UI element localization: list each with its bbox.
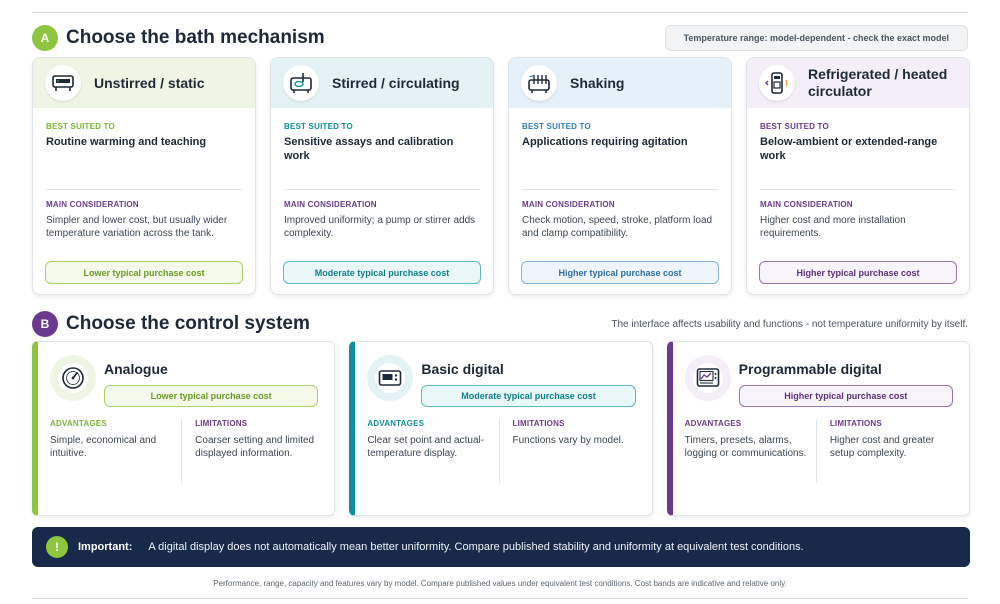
mechanism-card-header: Refrigerated / heated circulator bbox=[747, 58, 969, 108]
control-cards: Analogue Lower typical purchase cost ADV… bbox=[32, 341, 970, 516]
cost-badge: Higher typical purchase cost bbox=[521, 261, 719, 284]
mechanism-cards: Unstirred / static BEST SUITED TO Routin… bbox=[32, 57, 970, 295]
main-consideration-text: Improved uniformity; a pump or stirrer a… bbox=[284, 215, 476, 239]
mechanism-title: Stirred / circulating bbox=[332, 74, 460, 91]
cost-badge: Moderate typical purchase cost bbox=[421, 385, 636, 407]
advantages-text: Simple, economical and intuitive. bbox=[50, 435, 157, 459]
best-suited-label: BEST SUITED TO bbox=[760, 122, 829, 131]
important-text: A digital display does not automatically… bbox=[148, 541, 804, 553]
mechanism-title: Refrigerated / heated circulator bbox=[808, 66, 948, 99]
shaking-bath-icon bbox=[521, 65, 557, 101]
main-consideration-text: Check motion, speed, stroke, platform lo… bbox=[522, 215, 713, 239]
top-divider bbox=[32, 12, 968, 13]
control-card-analogue[interactable]: Analogue Lower typical purchase cost ADV… bbox=[32, 341, 336, 516]
mechanism-card-header: Unstirred / static bbox=[33, 58, 255, 108]
main-consideration-label: MAIN CONSIDERATION bbox=[760, 200, 853, 209]
card-divider bbox=[284, 189, 480, 190]
control-title: Programmable digital bbox=[738, 361, 882, 377]
control-system-note: The interface affects usability and func… bbox=[611, 318, 968, 330]
advantages-label: ADVANTAGES bbox=[50, 419, 107, 428]
best-suited-text: Routine warming and teaching bbox=[46, 136, 207, 148]
bottom-divider bbox=[32, 598, 968, 599]
control-title: Analogue bbox=[104, 361, 168, 377]
control-card-programmable-digital[interactable]: Programmable digital Higher typical purc… bbox=[666, 341, 970, 516]
circulating-bath-icon bbox=[283, 65, 319, 101]
important-banner: ! Important: A digital display does not … bbox=[32, 527, 970, 567]
advantages-text: Clear set point and actual-temperature d… bbox=[367, 435, 485, 459]
control-icon-badge bbox=[367, 355, 414, 401]
main-consideration-label: MAIN CONSIDERATION bbox=[284, 200, 377, 209]
section-a-header: A Choose the bath mechanism Temperature … bbox=[32, 24, 968, 52]
control-icon-badge bbox=[50, 355, 96, 401]
cost-badge: Lower typical purchase cost bbox=[104, 385, 319, 407]
digital-display-icon bbox=[375, 363, 406, 393]
programmable-display-icon bbox=[692, 363, 723, 393]
section-a-badge: A bbox=[32, 25, 58, 51]
advantages-text: Timers, presets, alarms, logging or comm… bbox=[684, 435, 807, 459]
mechanism-card-header: Stirred / circulating bbox=[271, 58, 493, 108]
limitations-text: Functions vary by model. bbox=[512, 435, 624, 446]
card-divider bbox=[46, 189, 242, 190]
best-suited-text: Sensitive assays and calibration work bbox=[284, 136, 454, 162]
section-b-header: B Choose the control system The interfac… bbox=[32, 310, 968, 338]
control-icon-badge bbox=[684, 355, 731, 401]
advantages-label: ADVANTAGES bbox=[684, 419, 742, 428]
exclamation-icon: ! bbox=[46, 536, 68, 558]
best-suited-label: BEST SUITED TO bbox=[284, 122, 353, 131]
mechanism-card-unstirred[interactable]: Unstirred / static BEST SUITED TO Routin… bbox=[32, 57, 256, 295]
cost-badge: Higher typical purchase cost bbox=[759, 261, 957, 284]
section-a-title: Choose the bath mechanism bbox=[66, 27, 325, 48]
main-consideration-label: MAIN CONSIDERATION bbox=[522, 200, 615, 209]
footnote: Performance, range, capacity and feature… bbox=[213, 579, 787, 588]
cost-badge: Moderate typical purchase cost bbox=[283, 261, 481, 284]
circulator-icon bbox=[759, 65, 795, 101]
section-b-title: Choose the control system bbox=[66, 313, 310, 334]
limitations-label: LIMITATIONS bbox=[512, 419, 565, 428]
main-consideration-label: MAIN CONSIDERATION bbox=[46, 200, 139, 209]
card-divider bbox=[522, 189, 718, 190]
limitations-label: LIMITATIONS bbox=[195, 419, 248, 428]
best-suited-label: BEST SUITED TO bbox=[46, 122, 115, 131]
card-divider bbox=[760, 189, 956, 190]
section-b-badge: B bbox=[32, 311, 58, 337]
main-consideration-text: Higher cost and more installation requir… bbox=[760, 215, 906, 239]
dial-gauge-icon bbox=[58, 363, 88, 393]
best-suited-label: BEST SUITED TO bbox=[522, 122, 591, 131]
mechanism-card-shaking[interactable]: Shaking BEST SUITED TO Applications requ… bbox=[508, 57, 732, 295]
mechanism-title: Shaking bbox=[570, 74, 625, 91]
mechanism-card-circulator[interactable]: Refrigerated / heated circulator BEST SU… bbox=[746, 57, 970, 295]
mechanism-card-stirred[interactable]: Stirred / circulating BEST SUITED TO Sen… bbox=[270, 57, 494, 295]
cost-badge: Higher typical purchase cost bbox=[738, 385, 953, 407]
important-label: Important: bbox=[78, 541, 133, 553]
cost-badge: Lower typical purchase cost bbox=[45, 261, 243, 284]
limitations-label: LIMITATIONS bbox=[829, 419, 882, 428]
limitations-text: Coarser setting and limited displayed in… bbox=[195, 435, 315, 459]
control-title: Basic digital bbox=[421, 361, 504, 377]
static-bath-icon bbox=[45, 65, 81, 101]
mechanism-title: Unstirred / static bbox=[94, 74, 205, 91]
temperature-range-note: Temperature range: model-dependent - che… bbox=[664, 25, 968, 51]
limitations-text: Higher cost and greater setup complexity… bbox=[829, 435, 935, 459]
best-suited-text: Below-ambient or extended-range work bbox=[760, 136, 938, 162]
main-consideration-text: Simpler and lower cost, but usually wide… bbox=[46, 215, 228, 239]
mechanism-card-header: Shaking bbox=[509, 58, 731, 108]
advantages-label: ADVANTAGES bbox=[367, 419, 425, 428]
control-card-basic-digital[interactable]: Basic digital Moderate typical purchase … bbox=[349, 341, 653, 516]
best-suited-text: Applications requiring agitation bbox=[522, 136, 688, 148]
